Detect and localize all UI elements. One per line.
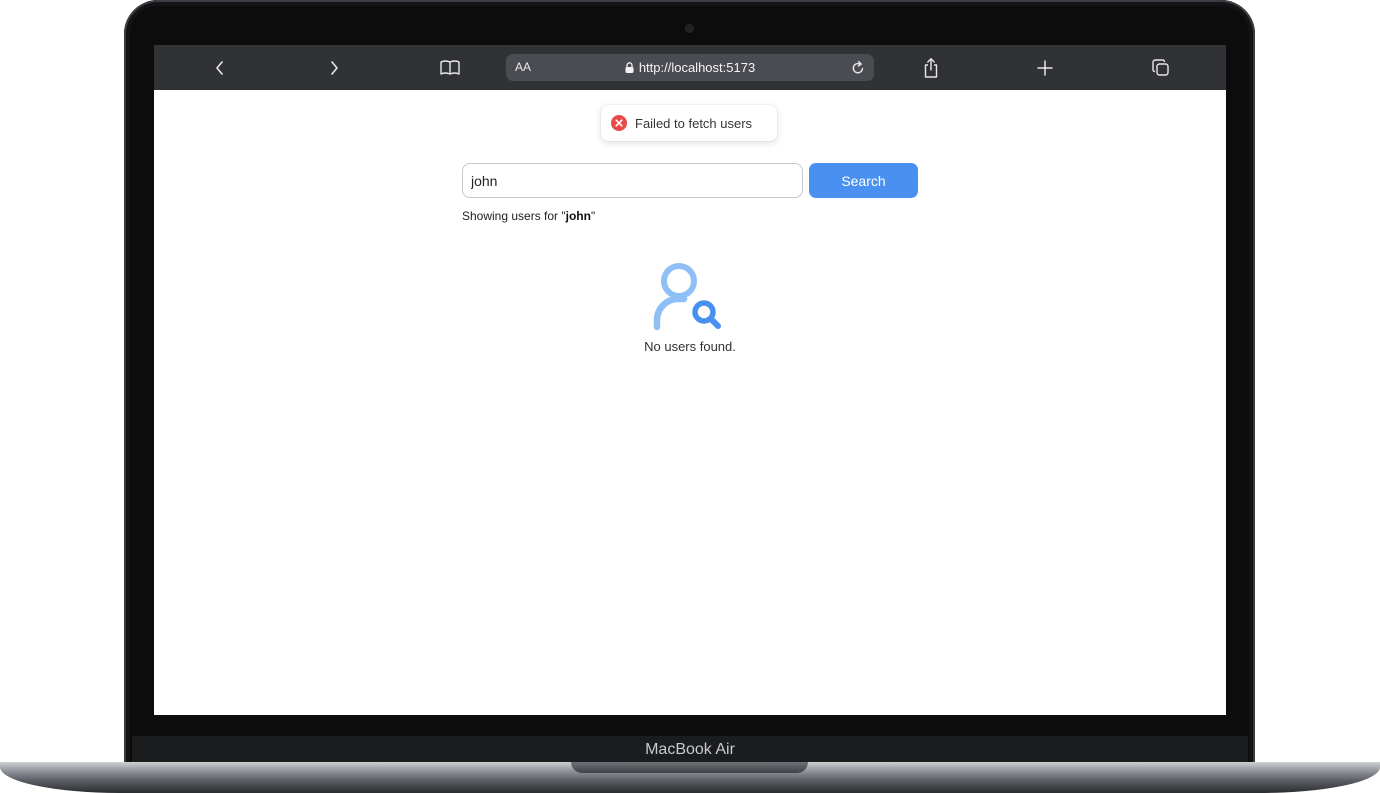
share-button[interactable] — [911, 45, 951, 90]
chevron-right-icon — [331, 60, 338, 75]
tabs-overview-button[interactable] — [1141, 45, 1181, 90]
device-brand-label: MacBook Air — [645, 741, 735, 758]
search-button[interactable]: Search — [809, 163, 918, 198]
share-icon — [924, 57, 938, 78]
lock-icon — [625, 62, 634, 73]
error-x-icon — [611, 115, 627, 131]
search-input[interactable] — [462, 163, 803, 198]
plus-icon — [1037, 59, 1053, 76]
caption-suffix: " — [590, 209, 596, 223]
forward-button[interactable] — [314, 45, 354, 90]
chevron-left-icon — [216, 60, 223, 75]
reload-icon — [852, 60, 864, 74]
browser-toolbar: AA http://localhost:5173 — [154, 45, 1226, 90]
screen: AA http://localhost:5173 Failed to fetch… — [154, 45, 1226, 715]
new-tab-button[interactable] — [1025, 45, 1065, 90]
back-button[interactable] — [200, 45, 240, 90]
bookmarks-button[interactable] — [430, 45, 470, 90]
url-container: http://localhost:5173 — [506, 54, 874, 81]
laptop-notch — [571, 762, 808, 773]
address-bar[interactable]: AA http://localhost:5173 — [506, 54, 874, 81]
results-caption: Showing users for "john" — [462, 209, 595, 223]
caption-prefix: Showing users for " — [462, 209, 566, 223]
error-toast: Failed to fetch users — [601, 105, 777, 141]
user-search-icon — [653, 263, 721, 331]
empty-state-message: No users found. — [644, 339, 736, 354]
tabs-icon — [1152, 58, 1169, 76]
camera-icon — [686, 25, 693, 32]
reload-button[interactable] — [848, 58, 868, 78]
caption-query: john — [565, 209, 591, 223]
url-text: http://localhost:5173 — [638, 60, 756, 75]
book-icon — [440, 59, 460, 75]
toast-message: Failed to fetch users — [635, 115, 753, 131]
